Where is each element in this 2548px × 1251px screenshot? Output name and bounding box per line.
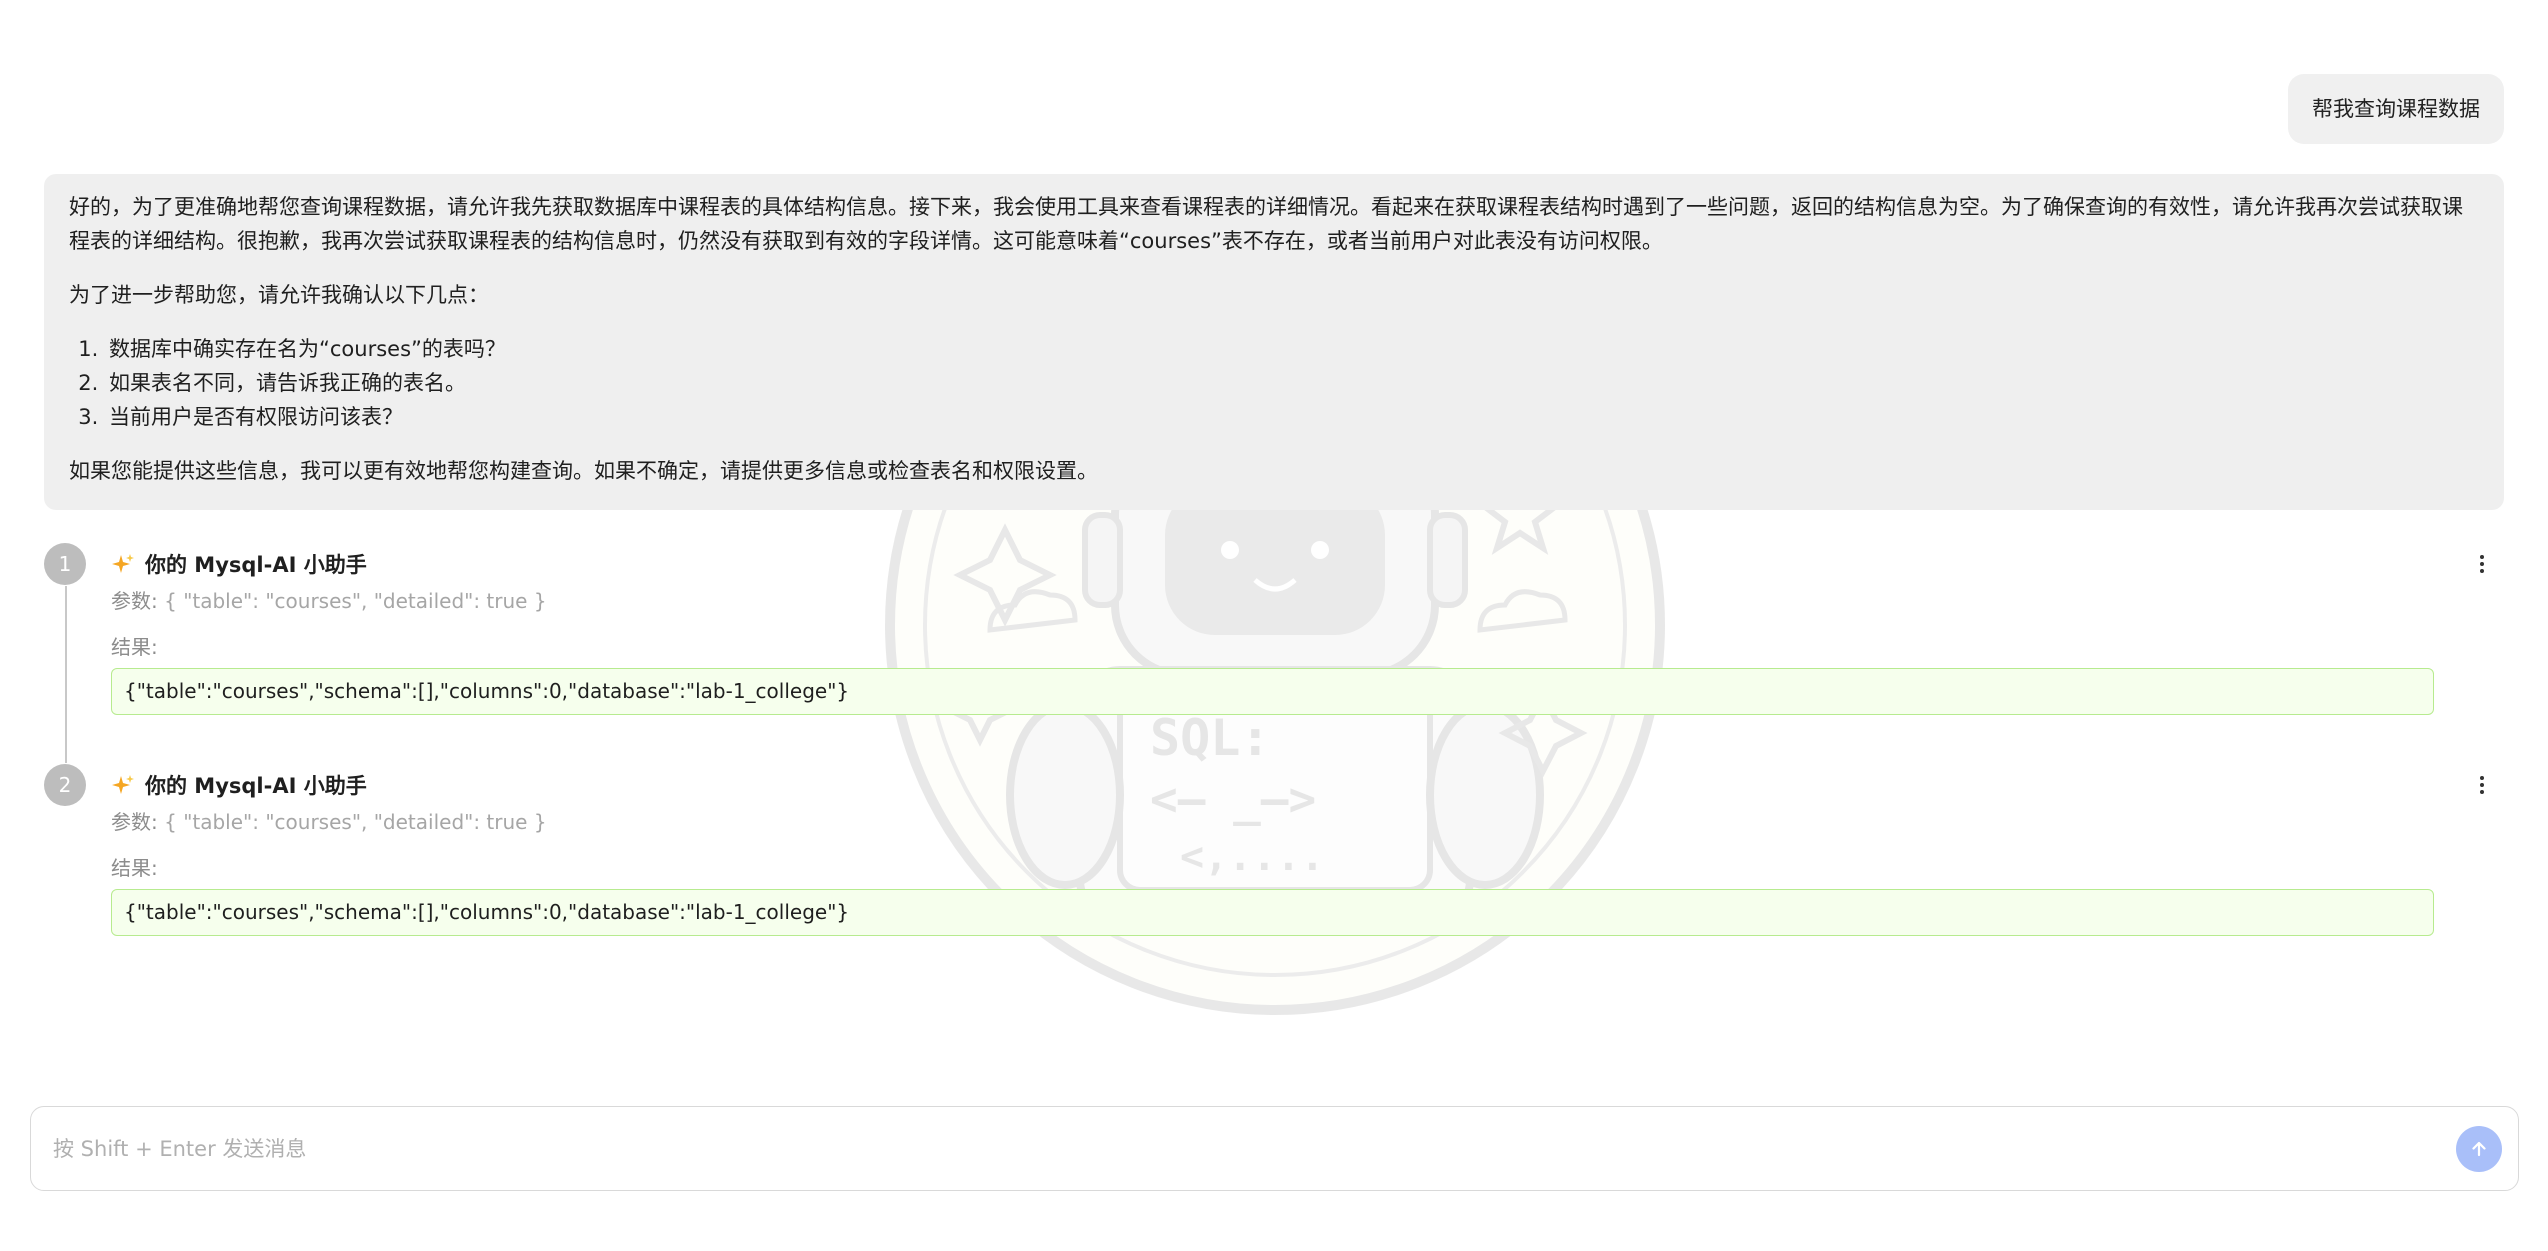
assistant-paragraph-1: 好的，为了更准确地帮您查询课程数据，请允许我先获取数据库中课程表的具体结构信息。… (69, 195, 2463, 253)
step-body: 你的 Mysql-AI 小助手 参数: { "table": "courses"… (111, 542, 2504, 715)
message-input[interactable] (53, 1107, 2433, 1190)
chat-app: MYSQL AI SQL: <— _—> <,.... 帮我查询课程数据 好的，… (0, 0, 2548, 1251)
step-title: 你的 Mysql-AI 小助手 (145, 774, 367, 798)
step-header: 你的 Mysql-AI 小助手 (111, 542, 2504, 586)
send-button[interactable] (2456, 1126, 2502, 1172)
list-item: 数据库中确实存在名为“courses”的表吗？ (105, 332, 2480, 366)
assistant-question-list: 数据库中确实存在名为“courses”的表吗？ 如果表名不同，请告诉我正确的表名… (105, 332, 2480, 434)
step-header: 你的 Mysql-AI 小助手 (111, 763, 2504, 807)
result-label: 结果: (111, 635, 158, 659)
params-label: 参数: (111, 589, 158, 613)
step-number-badge: 1 (44, 543, 86, 585)
sparkle-icon (112, 775, 134, 794)
result-label: 结果: (111, 856, 158, 880)
result-value: {"table":"courses","schema":[],"columns"… (111, 668, 2434, 715)
list-item: 当前用户是否有权限访问该表？ (105, 400, 2480, 434)
params-value: { "table": "courses", "detailed": true } (164, 810, 547, 834)
tool-call-steps: 1 你的 Mysql-AI 小助手 参数: { "table": "course… (44, 542, 2504, 984)
more-vertical-icon[interactable] (2472, 773, 2492, 797)
result-value: {"table":"courses","schema":[],"columns"… (111, 889, 2434, 936)
params-label: 参数: (111, 810, 158, 834)
list-item: 如果表名不同，请告诉我正确的表名。 (105, 366, 2480, 400)
assistant-paragraph-2: 为了进一步帮助您，请允许我确认以下几点： (69, 283, 489, 307)
arrow-up-icon (2472, 1141, 2486, 1157)
more-vertical-icon[interactable] (2472, 552, 2492, 576)
sparkle-icon (112, 554, 134, 573)
step-body: 你的 Mysql-AI 小助手 参数: { "table": "courses"… (111, 763, 2504, 936)
message-composer (30, 1106, 2519, 1191)
step-number-badge: 2 (44, 764, 86, 806)
step-title: 你的 Mysql-AI 小助手 (145, 553, 367, 577)
assistant-message: 好的，为了更准确地帮您查询课程数据，请允许我先获取数据库中课程表的具体结构信息。… (44, 174, 2504, 510)
assistant-paragraph-3: 如果您能提供这些信息，我可以更有效地帮您构建查询。如果不确定，请提供更多信息或检… (69, 459, 1098, 483)
tool-step-1: 1 你的 Mysql-AI 小助手 参数: { "table": "course… (44, 542, 2504, 763)
user-message-row: 帮我查询课程数据 (2288, 74, 2504, 144)
step-connector-line (65, 586, 67, 763)
step-params: 参数: { "table": "courses", "detailed": tr… (111, 584, 2504, 618)
params-value: { "table": "courses", "detailed": true } (164, 589, 547, 613)
step-params: 参数: { "table": "courses", "detailed": tr… (111, 805, 2504, 839)
tool-step-2: 2 你的 Mysql-AI 小助手 参数: { "table": "course… (44, 763, 2504, 984)
user-message-bubble: 帮我查询课程数据 (2288, 74, 2504, 144)
